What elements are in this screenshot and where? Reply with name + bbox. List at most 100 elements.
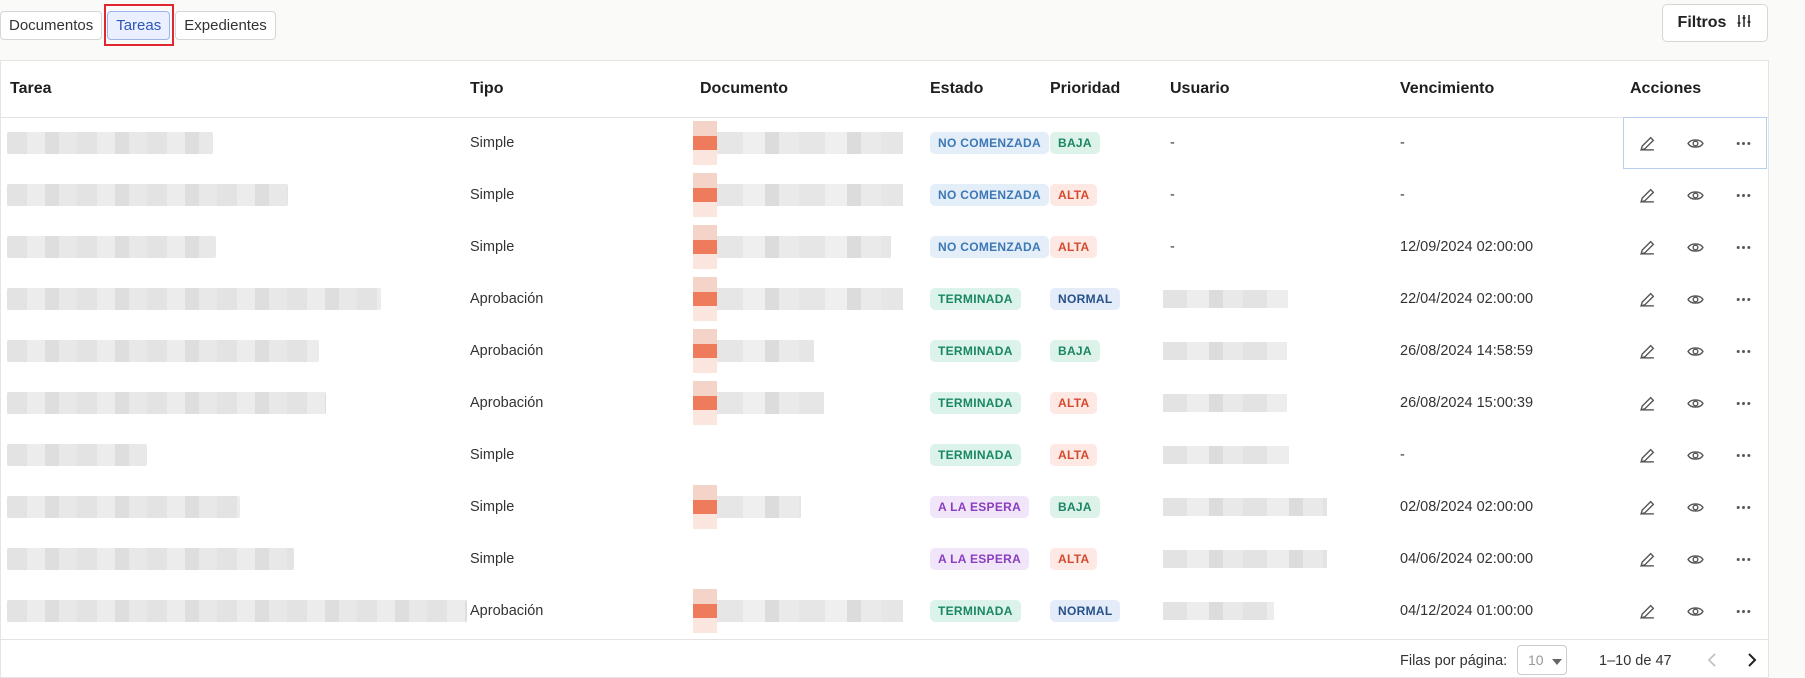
col-tipo[interactable]: Tipo — [470, 80, 503, 98]
table-row[interactable]: Aprobación TERMINADA ALTA 26/08/2024 15:00:… — [1, 377, 1768, 429]
col-usuario[interactable]: Usuario — [1170, 80, 1230, 98]
rows-per-page-value: 10 — [1528, 652, 1544, 668]
edit-button[interactable] — [1635, 183, 1659, 207]
cell-estado: NO COMENZADA — [930, 221, 1049, 273]
col-tarea[interactable]: Tarea — [10, 80, 52, 98]
table-row[interactable]: Simple A LA ESPERA BAJA 02/08/2024 02:00:00 — [1, 481, 1768, 533]
redacted-text — [7, 184, 288, 206]
rows-per-page-select[interactable]: 10 — [1517, 645, 1567, 675]
eye-icon — [1686, 239, 1704, 256]
pencil-icon — [1639, 395, 1656, 412]
cell-estado: NO COMENZADA — [930, 117, 1049, 169]
col-estado[interactable]: Estado — [930, 80, 983, 98]
eye-icon — [1686, 395, 1704, 412]
table-row[interactable]: Simple TERMINADA ALTA - — [1, 429, 1768, 481]
view-button[interactable] — [1683, 131, 1707, 155]
cell-prioridad: ALTA — [1050, 533, 1098, 585]
cell-vencimiento: 26/08/2024 15:00:39 — [1400, 395, 1534, 411]
pencil-icon — [1639, 291, 1656, 308]
row-actions — [1623, 429, 1767, 481]
document-link[interactable] — [693, 173, 903, 218]
more-button[interactable] — [1731, 547, 1755, 571]
cell-documento[interactable] — [693, 273, 903, 325]
next-page-button[interactable] — [1740, 648, 1764, 672]
edit-button[interactable] — [1635, 443, 1659, 467]
cell-documento[interactable] — [693, 377, 824, 429]
view-button[interactable] — [1683, 183, 1707, 207]
row-actions — [1623, 585, 1767, 637]
view-button[interactable] — [1683, 339, 1707, 363]
document-link[interactable] — [693, 225, 891, 270]
prev-page-button[interactable] — [1700, 648, 1724, 672]
more-horizontal-icon — [1735, 135, 1752, 152]
tab-expedientes[interactable]: Expedientes — [175, 11, 276, 40]
cell-vencimiento: 04/12/2024 01:00:00 — [1400, 603, 1534, 619]
more-button[interactable] — [1731, 287, 1755, 311]
pencil-icon — [1639, 239, 1656, 256]
cell-tipo: Simple — [470, 187, 515, 203]
priority-badge: ALTA — [1050, 392, 1098, 414]
cell-usuario — [1163, 377, 1287, 429]
document-link[interactable] — [693, 329, 814, 374]
table-row[interactable]: Simple NO COMENZADA ALTA - - — [1, 169, 1768, 221]
more-button[interactable] — [1731, 495, 1755, 519]
redacted-text — [717, 184, 903, 206]
document-link[interactable] — [693, 121, 903, 166]
more-button[interactable] — [1731, 391, 1755, 415]
view-button[interactable] — [1683, 235, 1707, 259]
eye-icon — [1686, 447, 1704, 464]
cell-documento[interactable] — [693, 117, 903, 169]
document-link[interactable] — [693, 589, 903, 634]
col-prioridad[interactable]: Prioridad — [1050, 80, 1120, 98]
more-button[interactable] — [1731, 339, 1755, 363]
row-actions — [1623, 117, 1767, 169]
more-button[interactable] — [1731, 183, 1755, 207]
edit-button[interactable] — [1635, 547, 1659, 571]
cell-documento[interactable] — [693, 325, 814, 377]
edit-button[interactable] — [1635, 339, 1659, 363]
view-button[interactable] — [1683, 287, 1707, 311]
table-row[interactable]: Aprobación TERMINADA BAJA 26/08/2024 14:58:… — [1, 325, 1768, 377]
more-button[interactable] — [1731, 235, 1755, 259]
cell-usuario — [1163, 325, 1287, 377]
document-link[interactable] — [693, 381, 824, 426]
edit-button[interactable] — [1635, 287, 1659, 311]
view-button[interactable] — [1683, 599, 1707, 623]
cell-documento[interactable] — [693, 481, 801, 533]
edit-button[interactable] — [1635, 131, 1659, 155]
more-button[interactable] — [1731, 131, 1755, 155]
tab-tareas[interactable]: Tareas — [107, 11, 171, 40]
col-documento[interactable]: Documento — [700, 80, 788, 98]
document-link[interactable] — [693, 277, 903, 322]
more-horizontal-icon — [1735, 551, 1752, 568]
redacted-text — [1163, 446, 1289, 464]
file-icon — [693, 329, 717, 374]
view-button[interactable] — [1683, 391, 1707, 415]
redacted-text — [1163, 498, 1327, 516]
cell-tarea — [7, 221, 216, 273]
table-row[interactable]: Aprobación TERMINADA NORMAL 22/04/2024 02:0… — [1, 273, 1768, 325]
view-button[interactable] — [1683, 495, 1707, 519]
file-icon — [693, 173, 717, 218]
edit-button[interactable] — [1635, 599, 1659, 623]
col-vencimiento[interactable]: Vencimiento — [1400, 80, 1494, 98]
table-row[interactable]: Aprobación TERMINADA NORMAL 04/12/2024 01:0… — [1, 585, 1768, 637]
status-badge: NO COMENZADA — [930, 236, 1049, 258]
view-button[interactable] — [1683, 443, 1707, 467]
edit-button[interactable] — [1635, 391, 1659, 415]
document-link[interactable] — [693, 485, 801, 530]
more-button[interactable] — [1731, 599, 1755, 623]
cell-documento[interactable] — [693, 585, 903, 637]
table-row[interactable]: Simple NO COMENZADA BAJA - - — [1, 117, 1768, 169]
table-row[interactable]: Simple NO COMENZADA ALTA - 12/09/2024 02:00:… — [1, 221, 1768, 273]
cell-documento[interactable] — [693, 221, 891, 273]
view-button[interactable] — [1683, 547, 1707, 571]
eye-icon — [1686, 499, 1704, 516]
edit-button[interactable] — [1635, 235, 1659, 259]
more-button[interactable] — [1731, 443, 1755, 467]
tab-documentos[interactable]: Documentos — [0, 11, 103, 40]
cell-documento[interactable] — [693, 169, 903, 221]
edit-button[interactable] — [1635, 495, 1659, 519]
filters-button[interactable]: Filtros — [1662, 4, 1768, 42]
table-row[interactable]: Simple A LA ESPERA ALTA 04/06/2024 02:00:00 — [1, 533, 1768, 585]
